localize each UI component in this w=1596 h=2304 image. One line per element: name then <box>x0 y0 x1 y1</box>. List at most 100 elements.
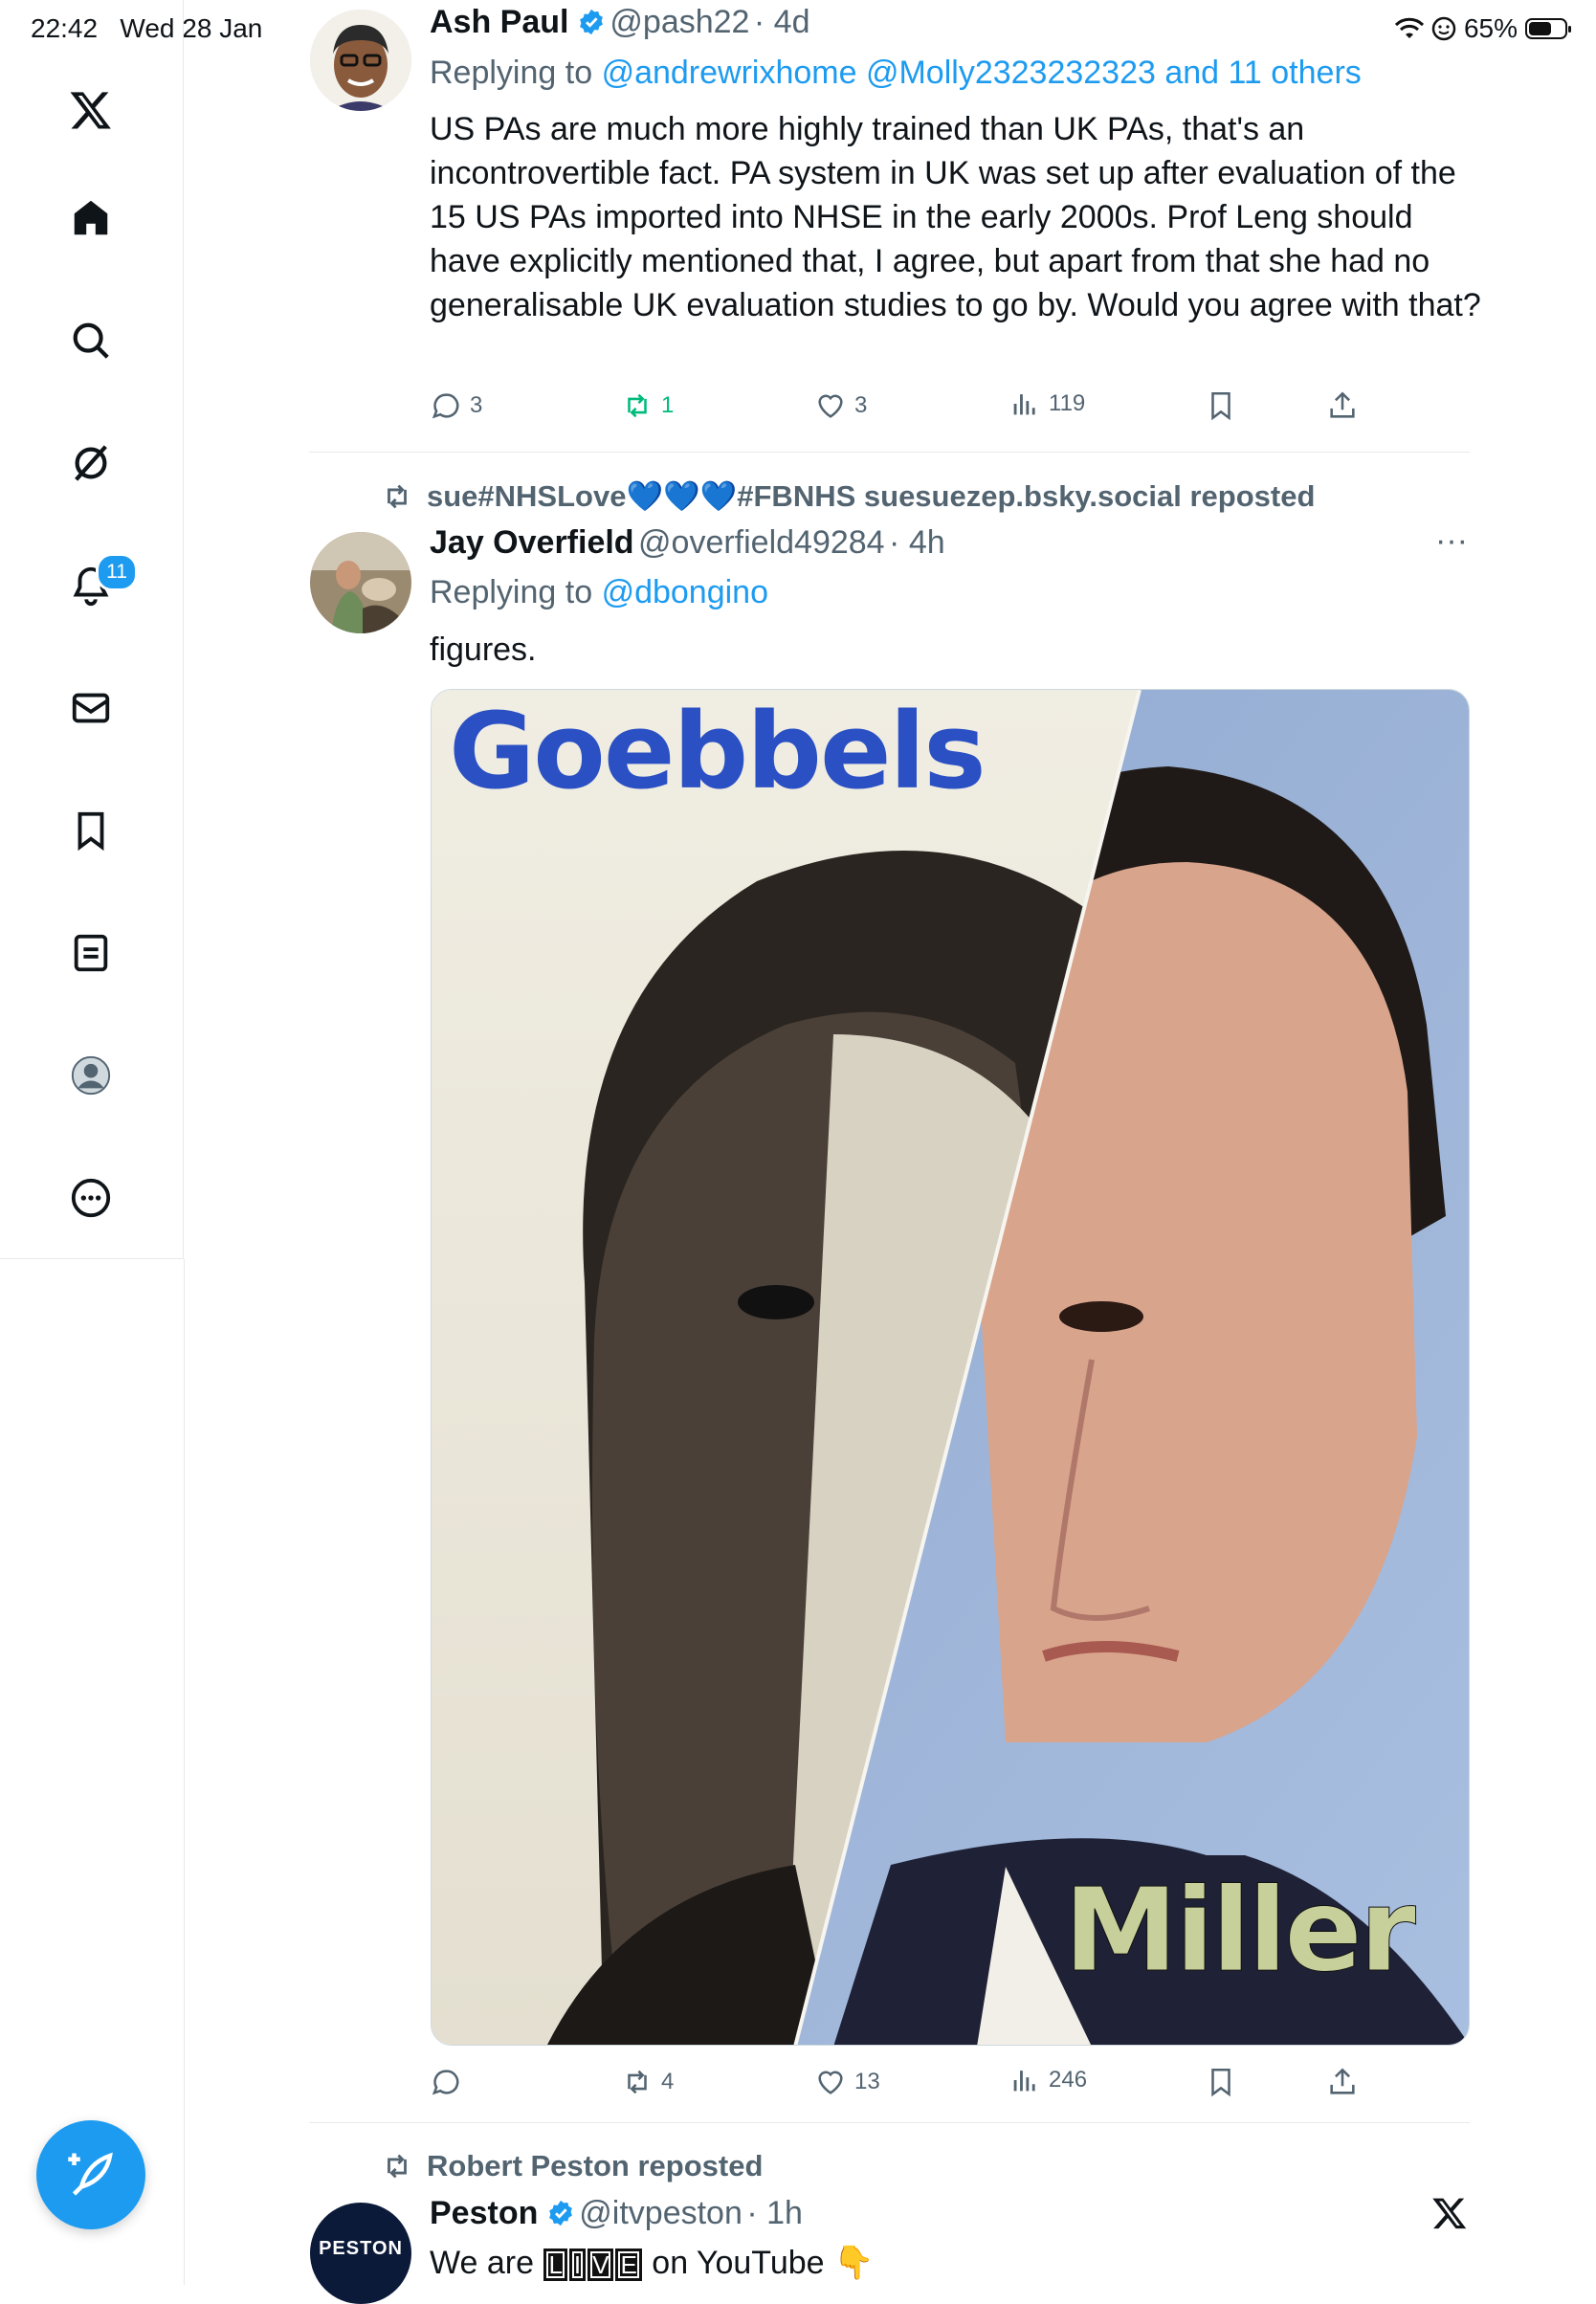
tweet-time: · 4d <box>753 4 810 40</box>
reposted-by[interactable]: sue#NHSLove💙💙💙#FBNHS suesuezep.bsky.soci… <box>427 478 1315 514</box>
compose-feather-icon <box>68 2152 113 2196</box>
more-options-icon[interactable]: ··· <box>1435 522 1468 560</box>
bookmarks-icon[interactable] <box>57 797 124 864</box>
avatar[interactable] <box>310 10 411 111</box>
sidebar-divider <box>184 1259 185 2285</box>
retweet-count: 1 <box>661 392 675 418</box>
retweet-icon <box>388 484 407 508</box>
tweet-text: US PAs are much more highly trained than… <box>430 111 1481 323</box>
retweet-icon <box>388 2154 407 2179</box>
retweet-button[interactable]: 4 <box>621 2066 674 2098</box>
tweet-header: Ash Paul @pash22 · 4d <box>430 4 810 41</box>
image-label-bottom: Miller <box>1063 1865 1416 1999</box>
tweet-time: · 4h <box>889 524 945 561</box>
author-name[interactable]: Peston <box>430 2195 538 2231</box>
bookmark-button[interactable] <box>1205 2066 1237 2098</box>
live-letter-box: E <box>615 2249 642 2281</box>
more-icon[interactable] <box>57 1164 124 1231</box>
views-button[interactable]: 119 <box>1009 388 1085 420</box>
author-name[interactable]: Ash Paul <box>430 4 568 40</box>
live-letter-box: V <box>587 2249 614 2281</box>
profile-icon[interactable] <box>57 1042 124 1109</box>
sidebar-nav: 11 <box>0 0 184 1259</box>
view-count: 119 <box>1049 390 1086 416</box>
tweet-media-image[interactable]: Goebbels Miller <box>431 689 1470 2046</box>
avatar[interactable]: PESTON <box>310 2203 411 2304</box>
tweet-header: Jay Overfield @overfield49284 · 4h <box>430 524 945 562</box>
reply-icon <box>432 393 459 419</box>
image-label-top: Goebbels <box>449 690 986 812</box>
tweet-header: Peston @itvpeston · 1h <box>430 2195 803 2232</box>
x-logo-icon[interactable] <box>1431 2195 1468 2236</box>
battery-fill <box>1529 22 1552 35</box>
views-chart-icon <box>1013 2071 1035 2092</box>
view-count: 246 <box>1049 2067 1088 2093</box>
views-chart-icon <box>1013 394 1035 415</box>
author-handle[interactable]: @pash22 <box>610 4 749 40</box>
replying-prefix: Replying to <box>430 574 593 610</box>
bookmark-icon <box>1211 391 1230 421</box>
messages-icon[interactable] <box>57 675 124 742</box>
media-photo <box>432 690 1469 2045</box>
reply-button[interactable] <box>430 2066 470 2098</box>
lists-icon[interactable] <box>57 919 124 986</box>
battery-icon <box>1525 18 1571 39</box>
focus-mode-icon <box>1431 16 1456 41</box>
heart-icon <box>818 394 843 418</box>
like-count: 3 <box>854 392 868 418</box>
tweet-text-end: on YouTube 👇 <box>652 2245 875 2281</box>
x-logo-icon[interactable] <box>57 77 124 144</box>
reply-button[interactable]: 3 <box>430 389 482 422</box>
author-name[interactable]: Jay Overfield <box>430 524 634 561</box>
tweet-actions: 4 13 246 <box>430 2062 1473 2104</box>
replying-prefix: Replying to <box>430 55 593 91</box>
replying-to: Replying to @andrewrixhome @Molly2323232… <box>430 55 1362 92</box>
share-button[interactable] <box>1326 389 1359 422</box>
repost-indicator: sue#NHSLove💙💙💙#FBNHS suesuezep.bsky.soci… <box>381 478 1315 514</box>
verified-badge-icon <box>580 9 603 35</box>
tweet-text: We are LIVE on YouTube 👇 <box>430 2241 874 2285</box>
search-icon[interactable] <box>57 307 124 374</box>
reply-count: 3 <box>470 392 483 418</box>
repost-indicator: Robert Peston reposted <box>381 2149 763 2183</box>
bookmark-icon <box>1211 2068 1230 2097</box>
replying-to-link[interactable]: @dbongino <box>602 574 768 610</box>
tweet-divider <box>309 452 1470 453</box>
grok-icon[interactable] <box>57 430 124 497</box>
verified-badge-icon <box>548 2200 572 2226</box>
heart-icon <box>818 2071 843 2094</box>
replying-to-link[interactable]: @andrewrixhome @Molly2323232323 and 11 o… <box>602 55 1362 91</box>
like-count: 13 <box>854 2069 880 2094</box>
avatar-text: PESTON <box>319 2237 403 2259</box>
avatar[interactable] <box>310 532 411 633</box>
live-letter-box: I <box>568 2249 587 2281</box>
share-icon <box>1330 2068 1355 2094</box>
retweet-button[interactable]: 1 <box>621 389 674 422</box>
compose-button[interactable] <box>36 2120 145 2229</box>
tweet-divider <box>309 2122 1470 2123</box>
replying-to: Replying to @dbongino <box>430 574 768 611</box>
wifi-icon <box>1394 17 1424 38</box>
like-button[interactable]: 13 <box>814 2066 880 2098</box>
author-handle[interactable]: @overfield49284 <box>638 524 885 561</box>
live-letter-box: L <box>543 2249 567 2281</box>
retweet-icon <box>628 2070 647 2094</box>
tweet-text-start: We are <box>430 2245 534 2281</box>
tweet-text: figures. <box>430 631 537 668</box>
avatar-image <box>310 532 411 633</box>
author-handle[interactable]: @itvpeston <box>579 2195 743 2231</box>
tweet-time: · 1h <box>746 2195 803 2231</box>
views-button[interactable]: 246 <box>1009 2064 1087 2096</box>
reply-icon <box>432 2070 459 2095</box>
like-button[interactable]: 3 <box>814 389 867 422</box>
notifications-badge: 11 <box>96 553 138 591</box>
home-icon[interactable] <box>57 185 124 252</box>
reposted-by[interactable]: Robert Peston reposted <box>427 2149 763 2183</box>
tweet-actions: 3 1 3 119 <box>430 386 1473 428</box>
status-bar-right: 65% <box>1394 13 1571 44</box>
retweet-count: 4 <box>661 2069 675 2094</box>
avatar-image <box>310 10 411 111</box>
bookmark-button[interactable] <box>1205 389 1237 422</box>
share-icon <box>1330 391 1355 418</box>
share-button[interactable] <box>1326 2066 1359 2098</box>
